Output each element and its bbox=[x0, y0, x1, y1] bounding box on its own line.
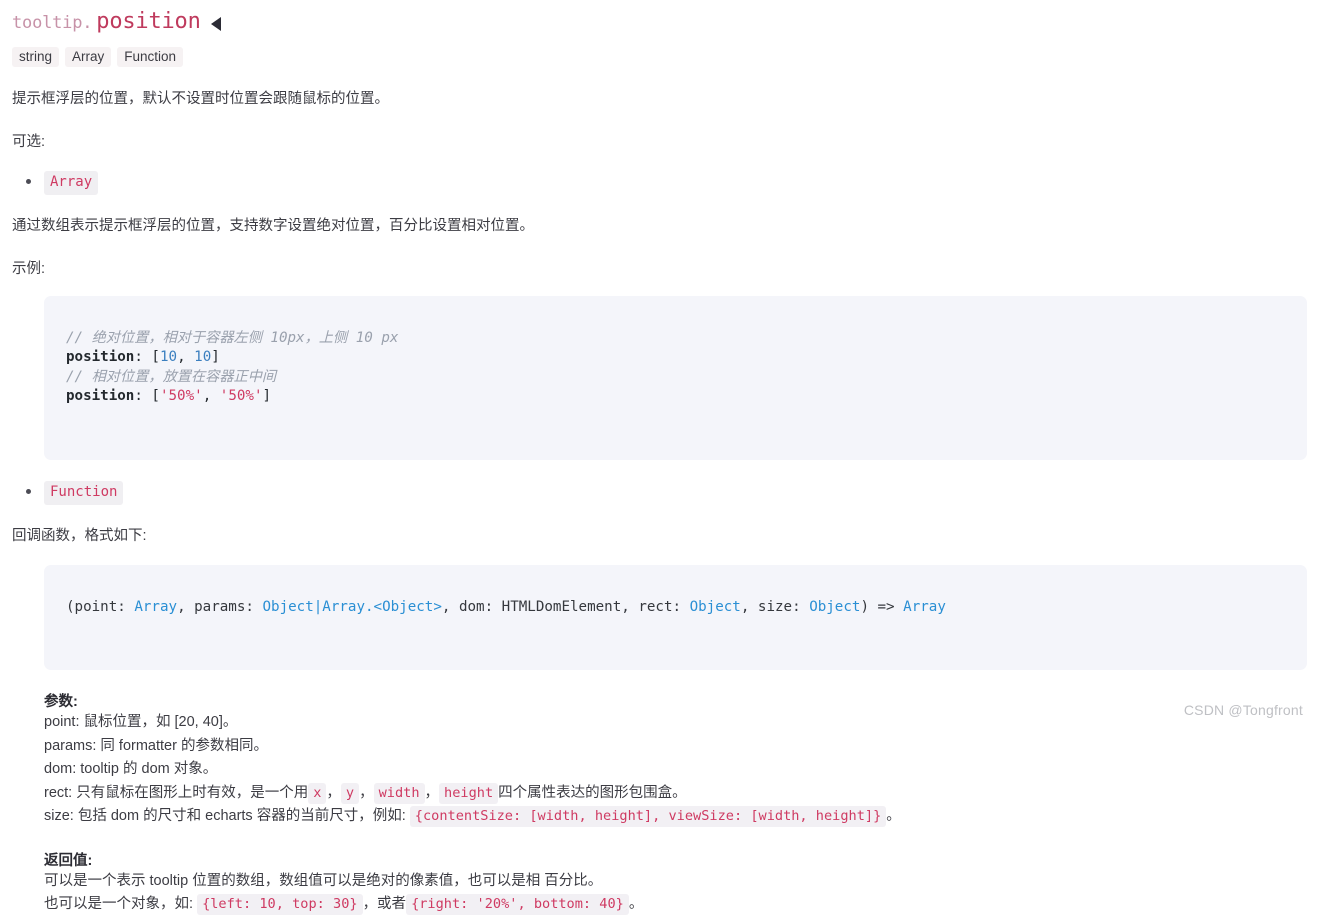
returns-heading: 返回值: bbox=[44, 852, 93, 869]
page-title: tooltip. position bbox=[12, 0, 1307, 37]
param-size-pre: size: 包括 dom 的尺寸和 echarts 容器的当前尺寸，例如: bbox=[44, 808, 406, 825]
returns-line-1: 可以是一个表示 tooltip 位置的数组，数组值可以是绝对的像素值，也可以是相… bbox=[44, 872, 603, 889]
sig-type-object[interactable]: Object bbox=[262, 599, 313, 615]
sig-type-array-object[interactable]: Array.<Object> bbox=[322, 599, 442, 615]
sig-type-array[interactable]: Array bbox=[903, 599, 946, 615]
returns-section: 返回值: 可以是一个表示 tooltip 位置的数组，数组值可以是绝对的像素值，… bbox=[44, 829, 1307, 917]
signature-line: (point: Array, params: Object|Array.<Obj… bbox=[44, 598, 1307, 618]
code-line-4: position: ['50%', '50%'] bbox=[44, 387, 1307, 406]
sig-part: ) => bbox=[860, 598, 904, 615]
sig-part: , size: bbox=[740, 598, 810, 615]
triangle-left-icon[interactable] bbox=[210, 17, 221, 31]
code-string: '50%' bbox=[219, 388, 263, 405]
code-sep: , bbox=[202, 388, 220, 405]
param-point: point: 鼠标位置，如 [20, 40]。 bbox=[44, 714, 238, 731]
code-punc: ] bbox=[262, 388, 272, 405]
comma: ， bbox=[326, 784, 341, 801]
returns-line2-pre: 也可以是一个对象，如: bbox=[44, 896, 194, 913]
comma: ， bbox=[424, 784, 440, 801]
param-dom: dom: tooltip 的 dom 对象。 bbox=[44, 761, 218, 778]
inline-code-width: width bbox=[373, 782, 425, 804]
param-rect: rect: 只有鼠标在图形上时有效，是一个用 x， y， width， height 四个… bbox=[44, 782, 1307, 805]
sig-type-array[interactable]: Array bbox=[134, 599, 177, 615]
param-params: params: 同 formatter 的参数相同。 bbox=[44, 737, 268, 754]
code-punc: : [ bbox=[134, 388, 160, 405]
returns-line-2: 也可以是一个对象，如: {left: 10, top: 30} ，或者 {right… bbox=[44, 893, 1307, 916]
param-size: size: 包括 dom 的尺寸和 echarts 容器的当前尺寸，例如: {c… bbox=[44, 805, 1307, 828]
option-function: Function 回调函数，格式如下: (point: Array, param… bbox=[12, 480, 1307, 671]
returns-line2-mid: ，或者 bbox=[362, 896, 407, 913]
bullet-icon bbox=[26, 488, 31, 494]
params-section: 参数: point: 鼠标位置，如 [20, 40]。 params: 同 fo… bbox=[44, 670, 1307, 828]
intro-description: 提示框浮层的位置，默认不设置时位置会跟随鼠标的位置。 bbox=[12, 91, 389, 107]
comma: ， bbox=[359, 784, 374, 801]
sig-type-object[interactable]: Object bbox=[690, 599, 741, 615]
code-string: '50%' bbox=[159, 388, 203, 405]
param-rect-pre: rect: 只有鼠标在图形上时有效，是一个用 bbox=[44, 784, 309, 801]
param-size-post: 。 bbox=[886, 808, 901, 825]
inline-code-height: height bbox=[439, 782, 499, 804]
code-number: 10 bbox=[194, 349, 212, 366]
inline-code-size: {contentSize: [width, height], viewSize:… bbox=[409, 806, 887, 828]
code-comment: // 相对位置，放置在容器正中间 bbox=[66, 368, 277, 385]
option-function-name: Function bbox=[44, 480, 124, 506]
sig-part: , params: bbox=[177, 598, 263, 615]
code-punc: : [ bbox=[134, 349, 160, 366]
bullet-icon bbox=[26, 178, 31, 184]
option-function-description: 回调函数，格式如下: bbox=[12, 528, 147, 545]
code-block-function-signature: (point: Array, params: Object|Array.<Obj… bbox=[44, 564, 1307, 671]
inline-code-y: y bbox=[340, 782, 360, 804]
code-punc: ] bbox=[211, 349, 220, 366]
code-key: position bbox=[66, 349, 135, 366]
sig-type-object[interactable]: Object bbox=[809, 599, 860, 615]
document-page: tooltip. position string Array Function … bbox=[0, 0, 1319, 917]
inline-code-right-bottom: {right: '20%', bottom: 40} bbox=[406, 894, 629, 916]
watermark: CSDN @Tongfront bbox=[1183, 702, 1303, 718]
sig-part: (point: bbox=[66, 598, 135, 615]
params-heading: 参数: bbox=[44, 694, 78, 711]
option-array-name: Array bbox=[44, 170, 99, 195]
code-comment: // 绝对位置，相对于容器左侧 10px，上侧 10 px bbox=[66, 329, 399, 346]
code-block-array-example: // 绝对位置，相对于容器左侧 10px，上侧 10 px position: [… bbox=[44, 295, 1307, 460]
sig-part: , dom: HTMLDomElement, rect: bbox=[441, 598, 690, 615]
sig-pipe: | bbox=[313, 598, 323, 615]
option-function-header: Function bbox=[12, 480, 1307, 506]
options-label: 可选: bbox=[12, 133, 46, 150]
type-badge-array: Array bbox=[65, 46, 112, 68]
option-array-header: Array bbox=[12, 170, 1307, 195]
type-badge-string: string bbox=[12, 46, 60, 68]
type-badge-list: string Array Function bbox=[12, 46, 1307, 68]
page-title-prefix: tooltip. bbox=[12, 13, 93, 33]
code-line-2: position: [10, 10] bbox=[44, 348, 1307, 367]
option-array: Array 通过数组表示提示框浮层的位置，支持数字设置绝对位置，百分比设置相对位… bbox=[12, 170, 1307, 460]
code-sep: , bbox=[177, 349, 195, 366]
inline-code-x: x bbox=[308, 782, 327, 804]
code-key: position bbox=[66, 388, 135, 405]
inline-code-left-top: {left: 10, top: 30} bbox=[197, 894, 363, 916]
code-number: 10 bbox=[159, 349, 178, 366]
code-line-3: // 相对位置，放置在容器正中间 bbox=[44, 368, 1307, 387]
option-array-description: 通过数组表示提示框浮层的位置，支持数字设置绝对位置，百分比设置相对位置。 bbox=[12, 218, 534, 234]
code-line-1: // 绝对位置，相对于容器左侧 10px，上侧 10 px bbox=[44, 329, 1307, 348]
option-array-example-label: 示例: bbox=[12, 260, 46, 277]
page-title-main: position bbox=[96, 9, 201, 34]
param-rect-post: 四个属性表达的图形包围盒。 bbox=[498, 784, 687, 801]
returns-line2-post: 。 bbox=[628, 896, 644, 913]
type-badge-function: Function bbox=[117, 46, 184, 68]
